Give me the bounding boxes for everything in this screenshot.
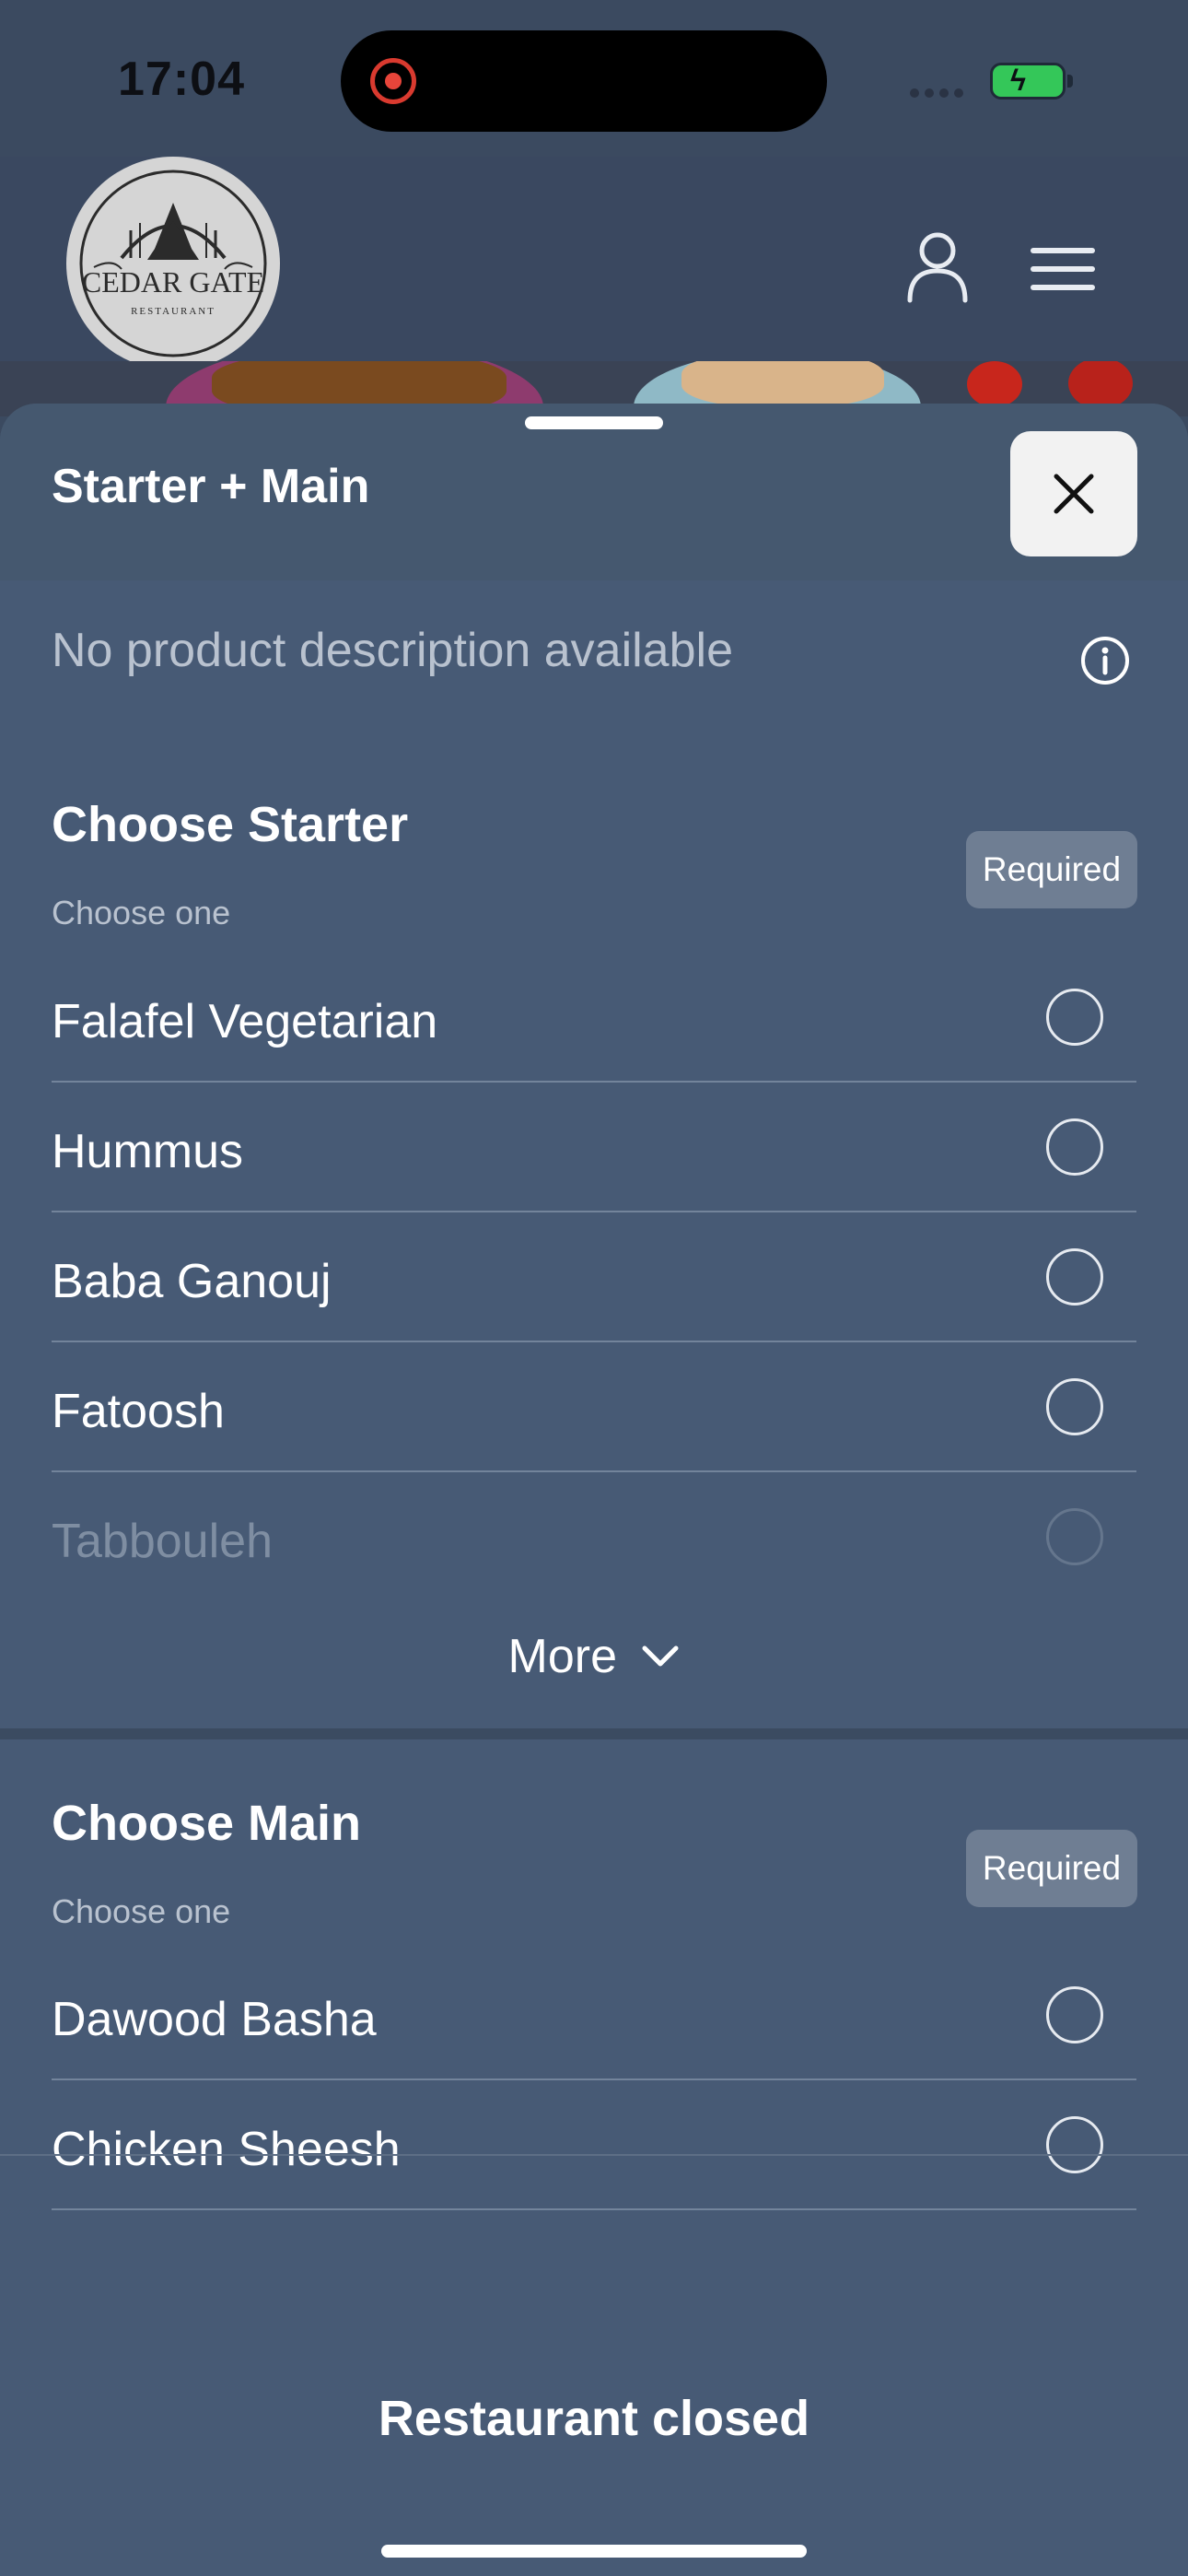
- signal-icon: [910, 86, 974, 98]
- sheet-grabber[interactable]: [525, 416, 663, 429]
- chevron-down-icon: [642, 1645, 679, 1667]
- more-label: More: [507, 1630, 618, 1683]
- option-label: Falafel Vegetarian: [52, 995, 438, 1048]
- section-divider: [0, 1728, 1188, 1739]
- restaurant-closed-status: Restaurant closed: [378, 2391, 810, 2446]
- option-label: Fatoosh: [52, 1385, 225, 1438]
- starter-option[interactable]: Baba Ganouj: [52, 1213, 1136, 1342]
- info-icon[interactable]: [1080, 636, 1130, 685]
- starter-section-title: Choose Starter: [52, 797, 409, 852]
- battery-icon: ϟ: [990, 63, 1073, 100]
- radio-button[interactable]: [1046, 2116, 1103, 2173]
- recording-indicator-icon: [370, 58, 416, 104]
- main-section-subtitle: Choose one: [52, 1892, 231, 1930]
- status-time: 17:04: [118, 53, 245, 106]
- product-title: Starter + Main: [52, 460, 370, 513]
- sheet-header: Starter + Main: [0, 404, 1188, 580]
- starter-option[interactable]: Fatoosh: [52, 1343, 1136, 1472]
- menu-button[interactable]: [1028, 241, 1101, 297]
- radio-button[interactable]: [1046, 1248, 1103, 1306]
- radio-button[interactable]: [1046, 989, 1103, 1046]
- starter-option[interactable]: Hummus: [52, 1083, 1136, 1212]
- close-icon: [1054, 474, 1094, 514]
- app-header: CEDAR GATE RESTAURANT: [0, 157, 1188, 370]
- profile-button[interactable]: [903, 230, 976, 304]
- option-label: Baba Ganouj: [52, 1255, 332, 1308]
- footer-divider: [0, 2154, 1188, 2156]
- option-label: Dawood Basha: [52, 1993, 377, 2046]
- radio-button[interactable]: [1046, 1378, 1103, 1435]
- restaurant-logo[interactable]: CEDAR GATE RESTAURANT: [66, 157, 280, 370]
- starter-option[interactable]: Falafel Vegetarian: [52, 954, 1136, 1083]
- radio-button[interactable]: [1046, 1508, 1103, 1565]
- radio-button[interactable]: [1046, 1986, 1103, 2043]
- logo-subtext: RESTAURANT: [131, 306, 215, 317]
- starter-required-badge: Required: [966, 831, 1137, 908]
- hamburger-menu-icon: [1031, 248, 1095, 290]
- main-option[interactable]: Chicken Sheesh: [52, 2081, 1136, 2210]
- product-sheet: Starter + Main No product description av…: [0, 404, 1188, 2576]
- option-label: Hummus: [52, 1125, 244, 1178]
- main-section-title: Choose Main: [52, 1796, 362, 1851]
- starter-option[interactable]: Tabbouleh: [52, 1473, 1136, 1602]
- home-indicator[interactable]: [381, 2545, 807, 2558]
- starter-section-subtitle: Choose one: [52, 894, 231, 931]
- more-button[interactable]: More: [0, 1629, 1188, 1721]
- main-required-badge: Required: [966, 1830, 1137, 1907]
- main-option[interactable]: Dawood Basha: [52, 1951, 1136, 2080]
- option-label: Tabbouleh: [52, 1515, 273, 1568]
- option-label: Chicken Sheesh: [52, 2123, 401, 2176]
- dynamic-island: [341, 30, 827, 132]
- product-description: No product description available: [52, 624, 733, 677]
- user-icon: [907, 232, 968, 303]
- logo-text: CEDAR GATE: [81, 265, 265, 299]
- status-bar: 17:04 ϟ: [0, 0, 1188, 157]
- radio-button[interactable]: [1046, 1118, 1103, 1176]
- gate-icon: [79, 170, 267, 357]
- close-button[interactable]: [1010, 431, 1137, 556]
